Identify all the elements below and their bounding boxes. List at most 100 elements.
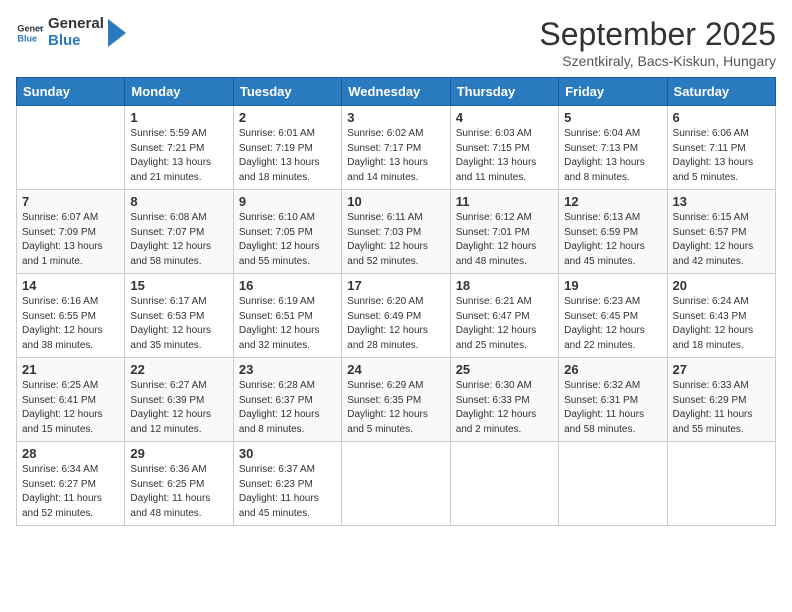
day-number: 30 [239, 446, 336, 461]
day-info: Sunrise: 6:12 AMSunset: 7:01 PMDaylight:… [456, 211, 553, 269]
calendar-cell: 15 Sunrise: 6:17 AMSunset: 6:53 PMDayligh… [125, 274, 233, 358]
day-info: Sunrise: 6:04 AMSunset: 7:13 PMDaylight:… [564, 127, 661, 185]
day-info: Sunrise: 6:20 AMSunset: 6:49 PMDaylight:… [347, 295, 444, 353]
day-number: 12 [564, 194, 661, 209]
day-info: Sunrise: 6:24 AMSunset: 6:43 PMDaylight:… [673, 295, 770, 353]
day-info: Sunrise: 6:19 AMSunset: 6:51 PMDaylight:… [239, 295, 336, 353]
day-info: Sunrise: 6:37 AMSunset: 6:23 PMDaylight:… [239, 463, 336, 521]
title-block: September 2025 Szentkiraly, Bacs-Kiskun,… [539, 16, 776, 69]
calendar-table: SundayMondayTuesdayWednesdayThursdayFrid… [16, 77, 776, 526]
day-number: 9 [239, 194, 336, 209]
calendar-cell: 17 Sunrise: 6:20 AMSunset: 6:49 PMDayligh… [342, 274, 450, 358]
calendar-cell: 8 Sunrise: 6:08 AMSunset: 7:07 PMDaylight… [125, 190, 233, 274]
calendar-cell: 23Sunrise: 6:28 AMSunset: 6:37 PMDayligh… [233, 358, 341, 442]
calendar-cell: 7 Sunrise: 6:07 AMSunset: 7:09 PMDaylight… [17, 190, 125, 274]
calendar-cell: 14Sunrise: 6:16 AMSunset: 6:55 PMDayligh… [17, 274, 125, 358]
calendar-cell: 30 Sunrise: 6:37 AMSunset: 6:23 PMDayligh… [233, 442, 341, 526]
day-info: Sunrise: 6:06 AMSunset: 7:11 PMDaylight:… [673, 127, 770, 185]
calendar-header-row: SundayMondayTuesdayWednesdayThursdayFrid… [17, 78, 776, 106]
calendar-cell: 2Sunrise: 6:01 AMSunset: 7:19 PMDaylight… [233, 106, 341, 190]
day-number: 24 [347, 362, 444, 377]
day-number: 22 [130, 362, 227, 377]
month-title: September 2025 [539, 16, 776, 53]
day-info: Sunrise: 6:25 AMSunset: 6:41 PMDaylight:… [22, 379, 119, 437]
logo-arrow-icon [108, 19, 126, 47]
calendar-cell: 24 Sunrise: 6:29 AMSunset: 6:35 PMDayligh… [342, 358, 450, 442]
calendar-cell: 21 Sunrise: 6:25 AMSunset: 6:41 PMDayligh… [17, 358, 125, 442]
day-number: 17 [347, 278, 444, 293]
svg-text:Blue: Blue [17, 33, 37, 43]
day-info: Sunrise: 6:32 AMSunset: 6:31 PMDaylight:… [564, 379, 661, 437]
day-info: Sunrise: 6:29 AMSunset: 6:35 PMDaylight:… [347, 379, 444, 437]
calendar-cell: 20Sunrise: 6:24 AMSunset: 6:43 PMDayligh… [667, 274, 775, 358]
calendar-cell: 19Sunrise: 6:23 AMSunset: 6:45 PMDayligh… [559, 274, 667, 358]
logo-icon: General Blue [16, 19, 44, 47]
calendar-cell: 27 Sunrise: 6:33 AMSunset: 6:29 PMDayligh… [667, 358, 775, 442]
calendar-cell: 26 Sunrise: 6:32 AMSunset: 6:31 PMDayligh… [559, 358, 667, 442]
day-number: 3 [347, 110, 444, 125]
day-number: 16 [239, 278, 336, 293]
day-info: Sunrise: 6:11 AMSunset: 7:03 PMDaylight:… [347, 211, 444, 269]
day-number: 19 [564, 278, 661, 293]
subtitle: Szentkiraly, Bacs-Kiskun, Hungary [539, 53, 776, 69]
day-info: Sunrise: 6:36 AMSunset: 6:25 PMDaylight:… [130, 463, 227, 521]
calendar-cell: 11 Sunrise: 6:12 AMSunset: 7:01 PMDayligh… [450, 190, 558, 274]
day-number: 26 [564, 362, 661, 377]
day-number: 21 [22, 362, 119, 377]
day-info: Sunrise: 6:33 AMSunset: 6:29 PMDaylight:… [673, 379, 770, 437]
calendar-cell: 22 Sunrise: 6:27 AMSunset: 6:39 PMDayligh… [125, 358, 233, 442]
day-info: Sunrise: 6:13 AMSunset: 6:59 PMDaylight:… [564, 211, 661, 269]
day-number: 4 [456, 110, 553, 125]
logo-text-blue: Blue [48, 33, 104, 50]
day-info: Sunrise: 6:27 AMSunset: 6:39 PMDaylight:… [130, 379, 227, 437]
day-number: 25 [456, 362, 553, 377]
day-of-week-header: Monday [125, 78, 233, 106]
day-number: 29 [130, 446, 227, 461]
calendar-cell: 25 Sunrise: 6:30 AMSunset: 6:33 PMDayligh… [450, 358, 558, 442]
calendar-cell: 1Sunrise: 5:59 AMSunset: 7:21 PMDaylight… [125, 106, 233, 190]
day-number: 10 [347, 194, 444, 209]
day-number: 13 [673, 194, 770, 209]
day-info: Sunrise: 6:10 AMSunset: 7:05 PMDaylight:… [239, 211, 336, 269]
day-info: Sunrise: 6:17 AMSunset: 6:53 PMDaylight:… [130, 295, 227, 353]
day-number: 7 [22, 194, 119, 209]
day-info: Sunrise: 6:03 AMSunset: 7:15 PMDaylight:… [456, 127, 553, 185]
day-number: 11 [456, 194, 553, 209]
day-of-week-header: Thursday [450, 78, 558, 106]
day-number: 14 [22, 278, 119, 293]
calendar-cell [17, 106, 125, 190]
day-number: 18 [456, 278, 553, 293]
calendar-week-row: 21 Sunrise: 6:25 AMSunset: 6:41 PMDayligh… [17, 358, 776, 442]
calendar-week-row: 14Sunrise: 6:16 AMSunset: 6:55 PMDayligh… [17, 274, 776, 358]
day-number: 23 [239, 362, 336, 377]
calendar-week-row: 28Sunrise: 6:34 AMSunset: 6:27 PMDayligh… [17, 442, 776, 526]
logo-text-general: General [48, 16, 104, 33]
day-info: Sunrise: 6:08 AMSunset: 7:07 PMDaylight:… [130, 211, 227, 269]
day-number: 27 [673, 362, 770, 377]
day-of-week-header: Saturday [667, 78, 775, 106]
day-number: 6 [673, 110, 770, 125]
page-header: General Blue General Blue September 2025… [16, 16, 776, 69]
calendar-cell: 9 Sunrise: 6:10 AMSunset: 7:05 PMDaylight… [233, 190, 341, 274]
calendar-cell [667, 442, 775, 526]
calendar-cell: 18 Sunrise: 6:21 AMSunset: 6:47 PMDayligh… [450, 274, 558, 358]
day-info: Sunrise: 6:21 AMSunset: 6:47 PMDaylight:… [456, 295, 553, 353]
day-number: 8 [130, 194, 227, 209]
day-info: Sunrise: 6:02 AMSunset: 7:17 PMDaylight:… [347, 127, 444, 185]
calendar-cell: 29 Sunrise: 6:36 AMSunset: 6:25 PMDayligh… [125, 442, 233, 526]
calendar-cell: 13Sunrise: 6:15 AMSunset: 6:57 PMDayligh… [667, 190, 775, 274]
calendar-cell: 3 Sunrise: 6:02 AMSunset: 7:17 PMDaylight… [342, 106, 450, 190]
calendar-cell: 10 Sunrise: 6:11 AMSunset: 7:03 PMDayligh… [342, 190, 450, 274]
day-number: 15 [130, 278, 227, 293]
calendar-cell: 6 Sunrise: 6:06 AMSunset: 7:11 PMDaylight… [667, 106, 775, 190]
day-info: Sunrise: 6:07 AMSunset: 7:09 PMDaylight:… [22, 211, 119, 269]
day-number: 28 [22, 446, 119, 461]
calendar-cell: 12 Sunrise: 6:13 AMSunset: 6:59 PMDayligh… [559, 190, 667, 274]
day-info: Sunrise: 6:01 AMSunset: 7:19 PMDaylight:… [239, 127, 336, 185]
calendar-cell [342, 442, 450, 526]
calendar-cell: 16 Sunrise: 6:19 AMSunset: 6:51 PMDayligh… [233, 274, 341, 358]
day-of-week-header: Sunday [17, 78, 125, 106]
day-of-week-header: Tuesday [233, 78, 341, 106]
calendar-cell [450, 442, 558, 526]
day-info: Sunrise: 6:30 AMSunset: 6:33 PMDaylight:… [456, 379, 553, 437]
